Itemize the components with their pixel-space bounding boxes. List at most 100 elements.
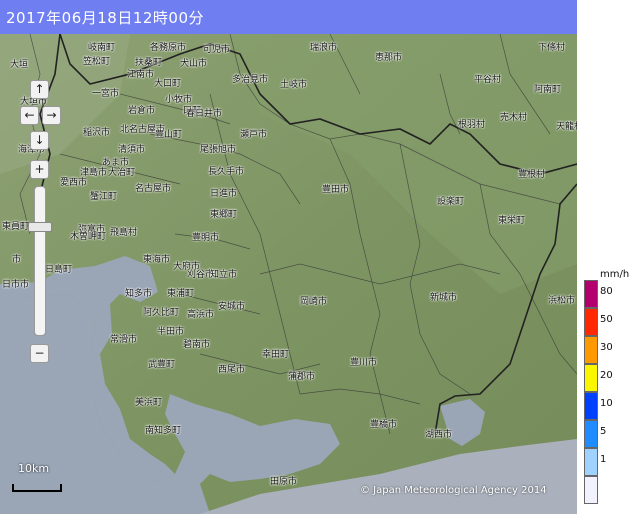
zoom-in-button[interactable]: + bbox=[30, 160, 49, 179]
place-label: 美浜町 bbox=[135, 398, 163, 408]
rain-map[interactable]: 瑞浪市恵那市 下條村平谷村阿南町売木村根羽村 天龍村豊根村設楽町東栄町 豊田市 土岐市 多… bbox=[0, 34, 577, 514]
place-label: 豊山町 bbox=[155, 130, 183, 140]
place-label: 名古屋市 bbox=[135, 184, 172, 194]
place-label: 東員町 bbox=[2, 222, 30, 232]
place-label: 多治見市 bbox=[232, 75, 269, 85]
place-label: 日進市 bbox=[210, 189, 238, 199]
place-label: 瀬戸市 bbox=[240, 130, 268, 140]
copyright-text: © Japan Meteorological Agency 2014 bbox=[360, 485, 547, 496]
place-label: 市 bbox=[12, 255, 22, 265]
place-label: 大垣 bbox=[10, 60, 29, 70]
place-label: 春日井市 bbox=[186, 109, 223, 119]
place-label: 知多市 bbox=[125, 289, 153, 299]
pan-left-button[interactable]: ← bbox=[20, 106, 39, 125]
place-label: 飛島村 bbox=[110, 228, 138, 238]
legend-value: 10 bbox=[600, 398, 613, 409]
place-label: 設楽町 bbox=[437, 197, 465, 207]
place-label: 大口町 bbox=[154, 79, 182, 89]
map-terrain bbox=[0, 34, 577, 514]
place-label: 売木村 bbox=[500, 113, 528, 123]
place-label: 豊田市 bbox=[322, 185, 350, 195]
place-label: 稲沢市 bbox=[83, 128, 111, 138]
place-label: 清須市 bbox=[118, 145, 146, 155]
legend-value: 80 bbox=[600, 286, 613, 297]
place-label: 日島町 bbox=[45, 265, 73, 275]
place-label: 東郷町 bbox=[210, 210, 238, 220]
legend-value: 5 bbox=[600, 426, 607, 437]
place-label: 東海市 bbox=[143, 255, 171, 265]
pan-up-button[interactable]: ↑ bbox=[30, 80, 49, 99]
place-label: 西尾市 bbox=[218, 365, 246, 375]
place-label: 一宮市 bbox=[92, 89, 120, 99]
pan-down-button[interactable]: ↓ bbox=[30, 131, 49, 150]
legend-value: 1 bbox=[600, 454, 607, 465]
place-label: 豊川市 bbox=[350, 358, 378, 368]
place-label: 日市市 bbox=[2, 280, 30, 290]
legend-value: 20 bbox=[600, 370, 613, 381]
rainfall-legend: mm/h 80 50 30 20 10 5 1 bbox=[582, 269, 640, 512]
place-label: 新城市 bbox=[430, 293, 458, 303]
place-label: 扶桑町 bbox=[135, 58, 163, 68]
place-label: 田原市 bbox=[270, 477, 298, 487]
place-label: 蒲郡市 bbox=[288, 372, 316, 382]
place-label: 木曽岬町 bbox=[70, 232, 107, 242]
zoom-slider-handle[interactable] bbox=[28, 222, 52, 232]
place-label: 南知多町 bbox=[145, 426, 182, 436]
place-label: 豊橋市 bbox=[370, 420, 398, 430]
zoom-out-button[interactable]: − bbox=[30, 344, 49, 363]
legend-swatch bbox=[584, 476, 598, 504]
place-label: 常滑市 bbox=[110, 335, 138, 345]
legend-unit: mm/h bbox=[600, 269, 630, 280]
place-label: 高浜市 bbox=[187, 310, 215, 320]
place-label: 岡崎市 bbox=[300, 297, 328, 307]
place-label: 平谷村 bbox=[474, 75, 502, 85]
title-bar: 2017年06月18日12時00分 bbox=[0, 0, 577, 35]
place-label: 知立市 bbox=[210, 270, 238, 280]
place-label: 根羽村 bbox=[458, 120, 486, 130]
zoom-slider[interactable] bbox=[34, 186, 46, 336]
place-label: 長久手市 bbox=[208, 167, 245, 177]
place-label: 幸田町 bbox=[262, 350, 290, 360]
legend-swatch bbox=[584, 280, 598, 308]
legend-value: 50 bbox=[600, 314, 613, 325]
observation-datetime: 2017年06月18日12時00分 bbox=[6, 9, 205, 27]
place-label: 津島市 bbox=[80, 168, 108, 178]
place-label: 蟹江町 bbox=[90, 192, 118, 202]
place-label: 下條村 bbox=[538, 43, 566, 53]
legend-swatch bbox=[584, 420, 598, 448]
place-label: 安城市 bbox=[218, 302, 246, 312]
place-label: 可児市 bbox=[203, 45, 231, 55]
place-label: 東浦町 bbox=[167, 289, 195, 299]
place-label: 小牧市 bbox=[165, 95, 193, 105]
place-label: 浜松市 bbox=[548, 296, 576, 306]
legend-swatch bbox=[584, 364, 598, 392]
legend-swatch bbox=[584, 448, 598, 476]
scale-bar: 10km bbox=[12, 462, 62, 494]
place-label: 岩倉市 bbox=[128, 106, 156, 116]
place-label: 阿久比町 bbox=[143, 308, 180, 318]
place-label: 恵那市 bbox=[375, 53, 403, 63]
pan-right-button[interactable]: → bbox=[42, 106, 61, 125]
legend-swatch bbox=[584, 392, 598, 420]
legend-swatch bbox=[584, 308, 598, 336]
legend-value: 30 bbox=[600, 342, 613, 353]
place-label: 碧南市 bbox=[183, 340, 211, 350]
place-label: 東栄町 bbox=[498, 216, 526, 226]
place-label: 瑞浪市 bbox=[310, 43, 338, 53]
place-label: 土岐市 bbox=[280, 80, 308, 90]
place-label: 豊明市 bbox=[192, 233, 220, 243]
place-label: 各務原市 bbox=[150, 43, 187, 53]
place-label: 江南市 bbox=[127, 70, 155, 80]
place-label: 湖西市 bbox=[425, 430, 453, 440]
place-label: 犬山市 bbox=[180, 59, 208, 69]
place-label: 岐南町 bbox=[88, 43, 116, 53]
place-label: 武豊町 bbox=[148, 360, 176, 370]
place-label: 大治町 bbox=[108, 168, 136, 178]
place-label: 笠松町 bbox=[83, 57, 111, 67]
place-label: 尾張旭市 bbox=[200, 145, 237, 155]
place-label: 愛西市 bbox=[60, 178, 88, 188]
legend-swatch bbox=[584, 336, 598, 364]
place-label: 阿南町 bbox=[534, 85, 562, 95]
place-label: 天龍村 bbox=[556, 122, 577, 132]
place-label: 半田市 bbox=[157, 327, 185, 337]
